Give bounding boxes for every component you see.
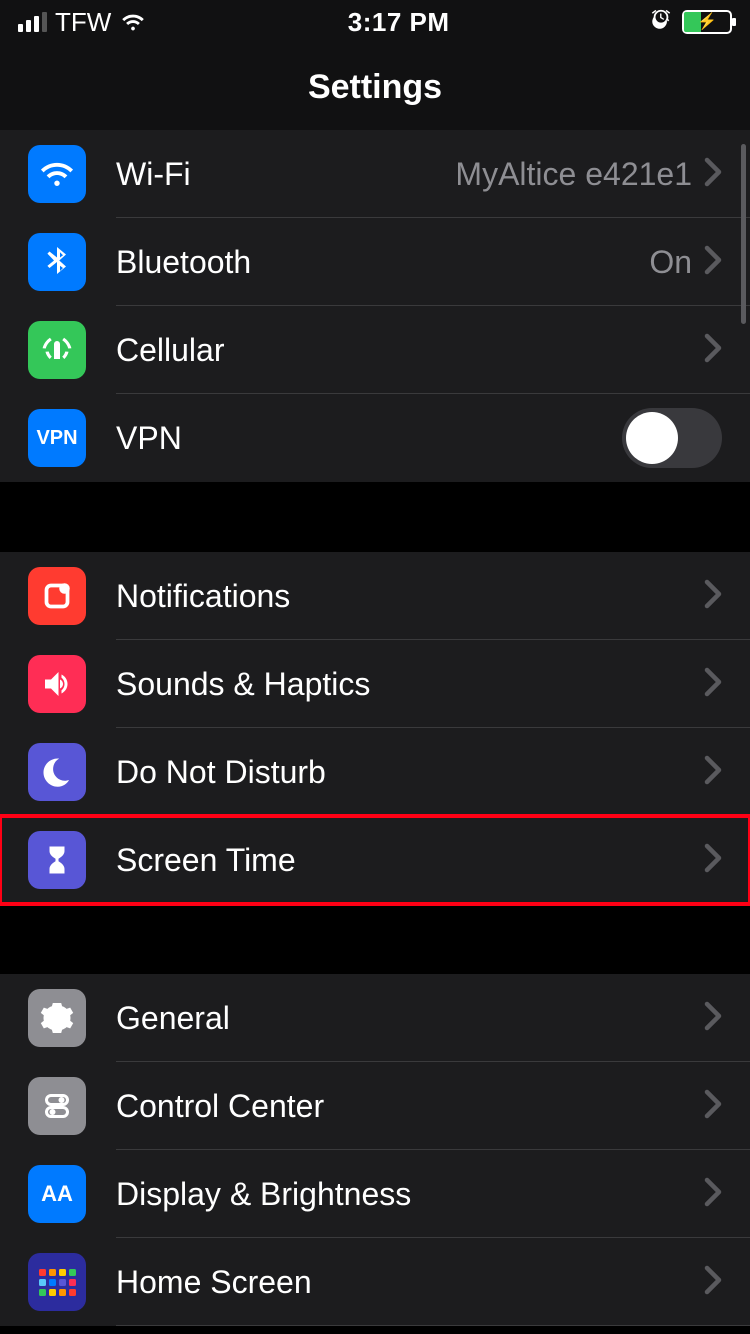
cellular-icon xyxy=(28,321,86,379)
display-icon: AA xyxy=(28,1165,86,1223)
row-label: Bluetooth xyxy=(116,244,649,281)
chevron-right-icon xyxy=(704,1265,722,1300)
row-label: Do Not Disturb xyxy=(116,754,704,791)
status-time: 3:17 PM xyxy=(348,7,450,38)
settings-row-homescreen[interactable]: Home Screen xyxy=(0,1238,750,1326)
settings-row-controlcenter[interactable]: Control Center xyxy=(0,1062,750,1150)
vpn-icon: VPN xyxy=(28,409,86,467)
chevron-right-icon xyxy=(704,667,722,702)
row-label: Cellular xyxy=(116,332,704,369)
settings-row-vpn[interactable]: VPN VPN xyxy=(0,394,750,482)
row-label: Home Screen xyxy=(116,1264,704,1301)
bluetooth-icon xyxy=(28,233,86,291)
chevron-right-icon xyxy=(704,1001,722,1036)
settings-row-sounds[interactable]: Sounds & Haptics xyxy=(0,640,750,728)
control-center-icon xyxy=(28,1077,86,1135)
settings-row-wifi[interactable]: Wi-Fi MyAltice e421e1 xyxy=(0,130,750,218)
wifi-icon xyxy=(119,7,147,38)
page-title: Settings xyxy=(0,44,750,130)
chevron-right-icon xyxy=(704,579,722,614)
row-label: Control Center xyxy=(116,1088,704,1125)
row-label: Display & Brightness xyxy=(116,1176,704,1213)
chevron-right-icon xyxy=(704,245,722,280)
settings-group-general: General Control Center AA Display & Brig… xyxy=(0,974,750,1326)
settings-row-bluetooth[interactable]: Bluetooth On xyxy=(0,218,750,306)
settings-row-display[interactable]: AA Display & Brightness xyxy=(0,1150,750,1238)
row-value: On xyxy=(649,244,692,281)
chevron-right-icon xyxy=(704,843,722,878)
gear-icon xyxy=(28,989,86,1047)
chevron-right-icon xyxy=(704,755,722,790)
settings-list[interactable]: Wi-Fi MyAltice e421e1 Bluetooth On Cellu… xyxy=(0,130,750,1334)
home-screen-icon xyxy=(28,1253,86,1311)
status-left: TFW xyxy=(18,7,147,38)
status-bar: TFW 3:17 PM ⚡ xyxy=(0,0,750,44)
display-icon-text: AA xyxy=(41,1181,73,1207)
chevron-right-icon xyxy=(704,1089,722,1124)
row-label: Wi-Fi xyxy=(116,156,455,193)
scroll-indicator[interactable] xyxy=(741,144,746,324)
row-label: Notifications xyxy=(116,578,704,615)
signal-icon xyxy=(18,12,47,32)
row-label: VPN xyxy=(116,420,622,457)
sounds-icon xyxy=(28,655,86,713)
battery-icon: ⚡ xyxy=(682,10,732,34)
settings-row-notifications[interactable]: Notifications xyxy=(0,552,750,640)
vpn-icon-text: VPN xyxy=(36,427,77,450)
notifications-icon xyxy=(28,567,86,625)
settings-group-notifications: Notifications Sounds & Haptics Do Not Di… xyxy=(0,552,750,904)
status-right: ⚡ xyxy=(650,8,732,36)
row-label: Screen Time xyxy=(116,842,704,879)
settings-group-connectivity: Wi-Fi MyAltice e421e1 Bluetooth On Cellu… xyxy=(0,130,750,482)
chevron-right-icon xyxy=(704,157,722,192)
alarm-icon xyxy=(650,8,672,36)
carrier-label: TFW xyxy=(55,7,111,38)
chevron-right-icon xyxy=(704,1177,722,1212)
settings-row-dnd[interactable]: Do Not Disturb xyxy=(0,728,750,816)
settings-row-screentime[interactable]: Screen Time xyxy=(0,816,750,904)
chevron-right-icon xyxy=(704,333,722,368)
hourglass-icon xyxy=(28,831,86,889)
row-value: MyAltice e421e1 xyxy=(455,156,692,193)
row-label: Sounds & Haptics xyxy=(116,666,704,703)
vpn-toggle[interactable] xyxy=(622,408,722,468)
moon-icon xyxy=(28,743,86,801)
settings-row-cellular[interactable]: Cellular xyxy=(0,306,750,394)
wifi-icon xyxy=(28,145,86,203)
row-label: General xyxy=(116,1000,704,1037)
settings-row-general[interactable]: General xyxy=(0,974,750,1062)
